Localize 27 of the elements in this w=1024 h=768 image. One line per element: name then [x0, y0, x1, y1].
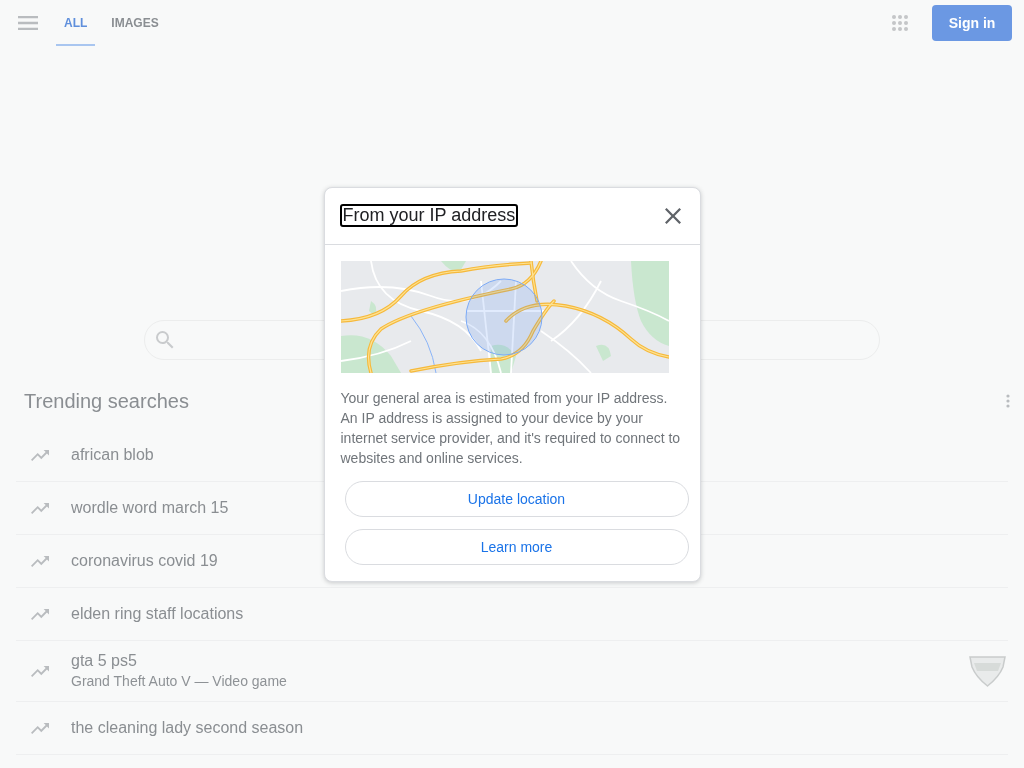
close-icon — [664, 207, 681, 224]
trending-up-icon — [31, 665, 49, 677]
trending-query[interactable]: elden ring staff locations — [71, 604, 244, 624]
trending-query[interactable]: gta 5 ps5 — [71, 651, 137, 671]
trending-query[interactable]: wordle word march 15 — [71, 498, 229, 518]
search-icon — [156, 331, 174, 349]
trending-up-icon — [31, 555, 49, 567]
trending-query[interactable]: african blob — [71, 445, 154, 465]
trending-up-icon — [31, 722, 49, 734]
menu-icon[interactable] — [18, 16, 38, 30]
update-location-button[interactable]: Update location — [344, 480, 689, 517]
shield-icon — [969, 655, 1006, 687]
trending-up-icon — [31, 449, 49, 461]
more-options-icon[interactable] — [1006, 394, 1010, 408]
trending-query[interactable]: coronavirus covid 19 — [71, 551, 218, 571]
section-heading: Trending searches — [24, 389, 189, 413]
tab[interactable]: ALL — [56, 0, 96, 46]
dialog-description: Your general area is estimated from your IP address. An IP address is assigned to your device by your internet service provider, and it's required to connect to websites and online services. — [340, 388, 682, 468]
trending-up-icon — [31, 608, 49, 620]
sign-in-button[interactable]: Sign in — [932, 5, 1012, 41]
trending-up-icon — [31, 502, 49, 514]
tab[interactable]: IMAGES — [103, 0, 167, 46]
trending-subtitle: Grand Theft Auto V — Video game — [71, 672, 287, 691]
trending-query[interactable]: the cleaning lady second season — [71, 718, 304, 738]
dialog-title: From your IP address — [339, 204, 519, 227]
learn-more-button[interactable]: Learn more — [344, 528, 689, 565]
apps-grid-icon[interactable] — [892, 15, 908, 31]
